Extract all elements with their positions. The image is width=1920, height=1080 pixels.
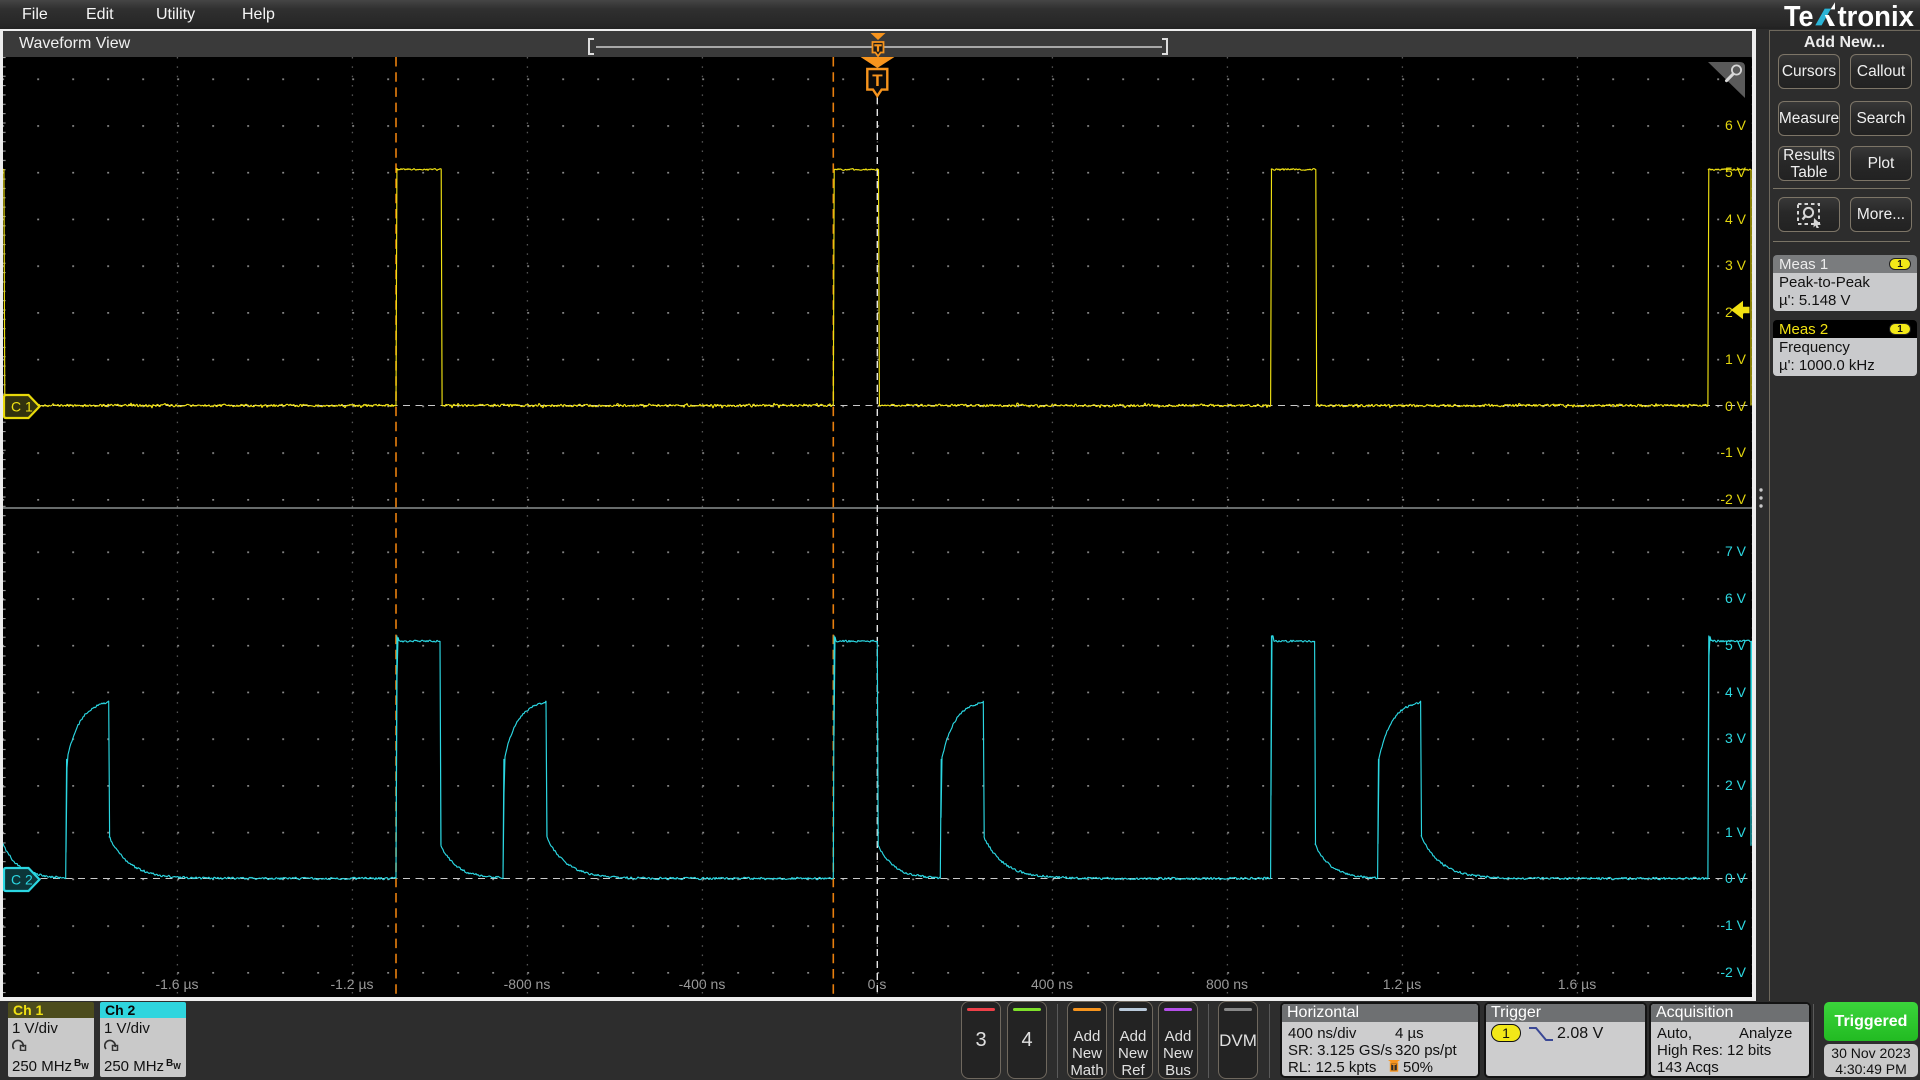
svg-text:7 V: 7 V [1725,543,1747,559]
svg-text:-1 V: -1 V [1720,444,1746,460]
svg-text:3 V: 3 V [1725,257,1747,273]
svg-text:5 V: 5 V [1725,637,1747,653]
svg-text:400 ns: 400 ns [1031,976,1073,992]
svg-text:-1 V: -1 V [1720,917,1746,933]
svg-text:-2 V: -2 V [1720,491,1746,507]
svg-text:-1.6 µs: -1.6 µs [155,976,198,992]
svg-text:0 V: 0 V [1725,870,1747,886]
svg-text:C 1: C 1 [11,399,33,415]
svg-text:Te: Te [1784,0,1813,30]
svg-text:T: T [1392,1063,1397,1072]
svg-text:-1.2 µs: -1.2 µs [330,976,373,992]
svg-text:6 V: 6 V [1725,117,1747,133]
svg-text:1.6 µs: 1.6 µs [1558,976,1596,992]
svg-text:4 V: 4 V [1725,211,1747,227]
svg-text:5 V: 5 V [1725,164,1747,180]
svg-text:tronix: tronix [1837,0,1914,30]
svg-text:6 V: 6 V [1725,590,1747,606]
svg-text:800 ns: 800 ns [1206,976,1248,992]
svg-text:4 V: 4 V [1725,684,1747,700]
svg-text:1 V: 1 V [1725,351,1747,367]
svg-text:1 V: 1 V [1725,824,1747,840]
svg-text:0 V: 0 V [1725,398,1747,414]
svg-text:T: T [872,71,883,90]
svg-text:-800 ns: -800 ns [504,976,551,992]
svg-text:3 V: 3 V [1725,730,1747,746]
svg-text:1.2 µs: 1.2 µs [1383,976,1421,992]
svg-text:-400 ns: -400 ns [679,976,726,992]
svg-text:0 s: 0 s [868,976,887,992]
svg-text:-2 V: -2 V [1720,964,1746,980]
svg-text:C 2: C 2 [11,872,33,888]
svg-text:2 V: 2 V [1725,777,1747,793]
